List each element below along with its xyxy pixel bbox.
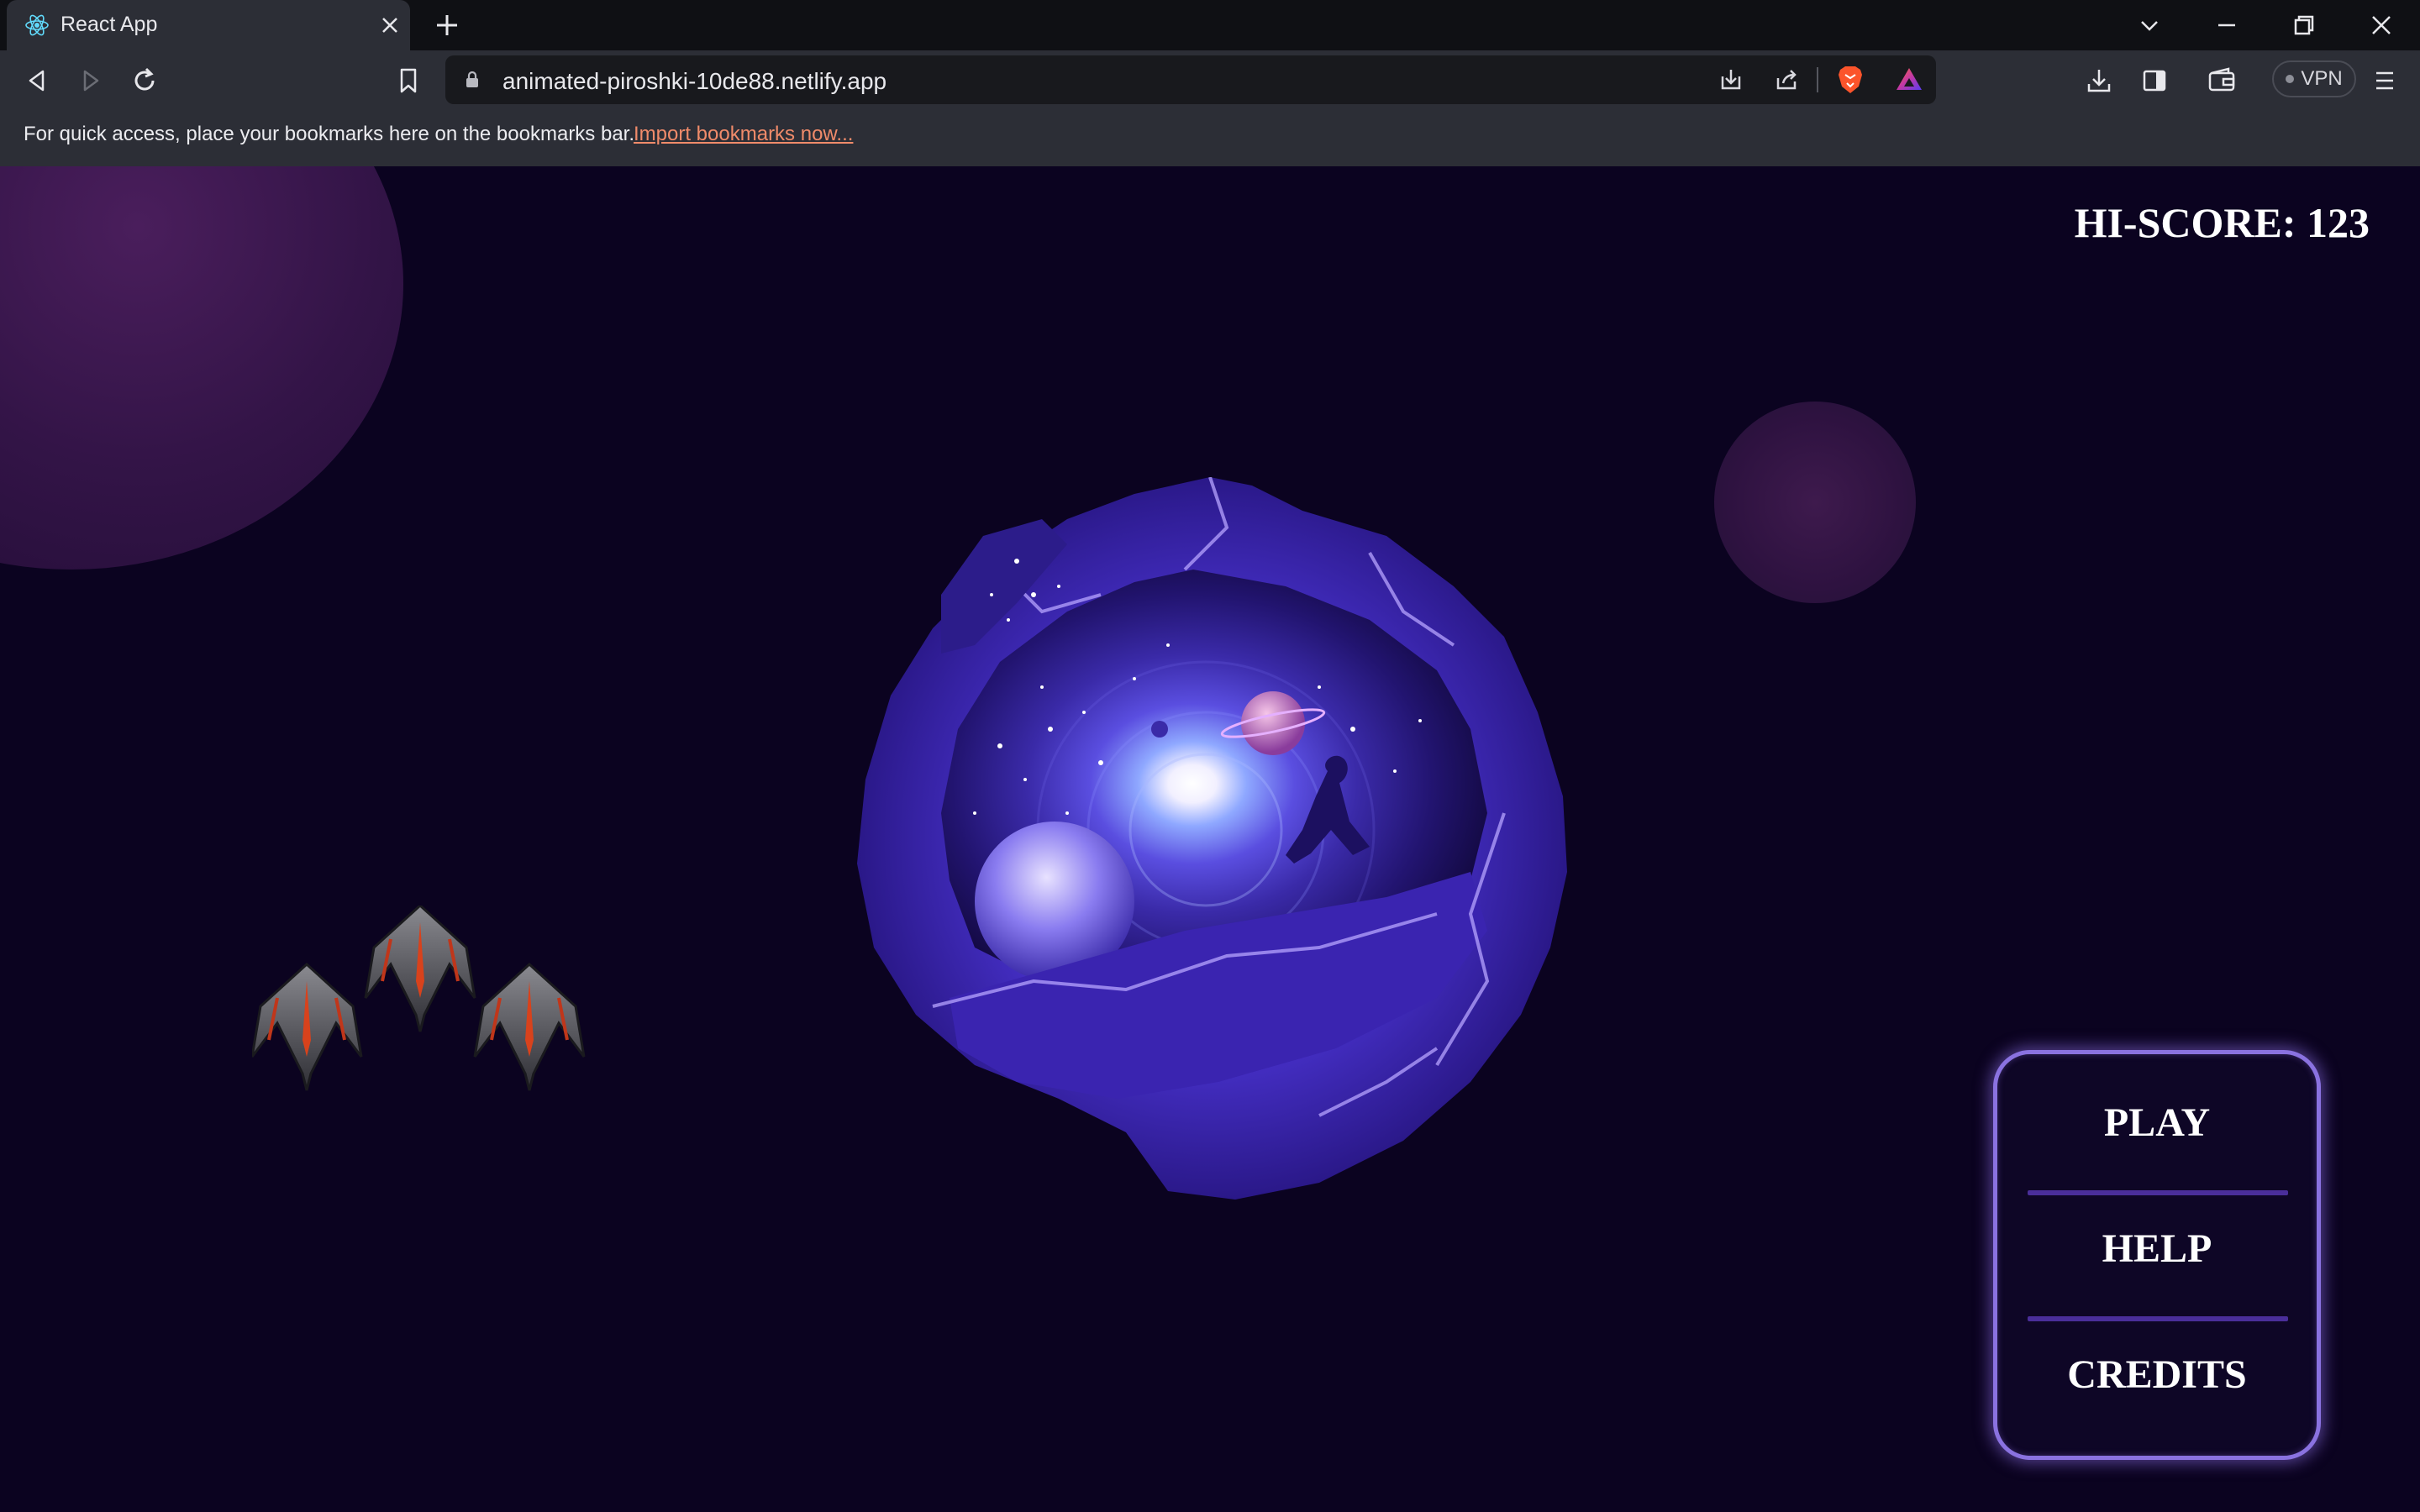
forward-icon[interactable] — [74, 64, 108, 97]
background-planet-large — [0, 166, 403, 570]
browser-toolbar: animated-piroshki-10de88.netlify.app VPN — [0, 50, 2420, 111]
install-icon[interactable] — [1716, 65, 1746, 95]
tab-close-icon[interactable] — [376, 12, 403, 39]
bookmarks-bar-message: For quick access, place your bookmarks h… — [24, 123, 635, 145]
browser-title-bar: React App — [0, 0, 2420, 50]
bookmark-icon[interactable] — [392, 64, 425, 97]
help-button[interactable]: HELP — [1997, 1226, 2317, 1272]
hi-score-display: HI-SCORE: 123 — [2074, 199, 2370, 246]
play-button[interactable]: PLAY — [1997, 1100, 2317, 1146]
main-menu: PLAY HELP CREDITS — [1993, 1050, 2321, 1460]
share-icon[interactable] — [1771, 65, 1802, 95]
react-logo-icon — [25, 14, 49, 36]
url-text[interactable]: animated-piroshki-10de88.netlify.app — [502, 68, 886, 95]
enemy-ship-icon — [364, 906, 476, 1032]
download-icon[interactable] — [2082, 64, 2116, 97]
background-planet-small — [1714, 402, 1916, 603]
enemy-ship-icon — [252, 962, 363, 1091]
address-bar[interactable]: animated-piroshki-10de88.netlify.app — [445, 55, 1936, 104]
minimize-icon[interactable] — [2212, 10, 2242, 40]
space-portal-artwork — [857, 477, 1567, 1200]
close-window-icon[interactable] — [2366, 10, 2396, 40]
wallet-icon[interactable] — [2205, 64, 2238, 97]
rewards-triangle-icon[interactable] — [1892, 63, 1926, 97]
back-icon[interactable] — [20, 64, 54, 97]
enemy-ship-formation — [252, 906, 586, 1091]
browser-tab[interactable]: React App — [7, 0, 410, 50]
brave-lion-icon[interactable] — [1833, 63, 1867, 97]
menu-divider — [2028, 1190, 2288, 1195]
import-bookmarks-link[interactable]: Import bookmarks now... — [634, 123, 853, 146]
restore-icon[interactable] — [2289, 10, 2319, 40]
plus-icon[interactable] — [432, 10, 462, 40]
enemy-ship-icon — [473, 962, 586, 1091]
vpn-button[interactable]: VPN — [2272, 60, 2356, 97]
menu-divider — [2028, 1316, 2288, 1321]
game-viewport: HI-SCORE: 123 PLAY HELP CREDITS — [0, 166, 2420, 1512]
hamburger-menu-icon[interactable] — [2368, 64, 2402, 97]
tab-title: React App — [60, 13, 158, 36]
lock-icon — [466, 71, 478, 87]
vpn-status-dot-icon — [2286, 75, 2295, 83]
reload-icon[interactable] — [128, 64, 161, 97]
vpn-label: VPN — [2301, 67, 2343, 90]
chevron-down-icon[interactable] — [2134, 10, 2165, 40]
sidebar-icon[interactable] — [2138, 64, 2171, 97]
toolbar-divider — [1817, 67, 1818, 92]
credits-button[interactable]: CREDITS — [1997, 1352, 2317, 1398]
